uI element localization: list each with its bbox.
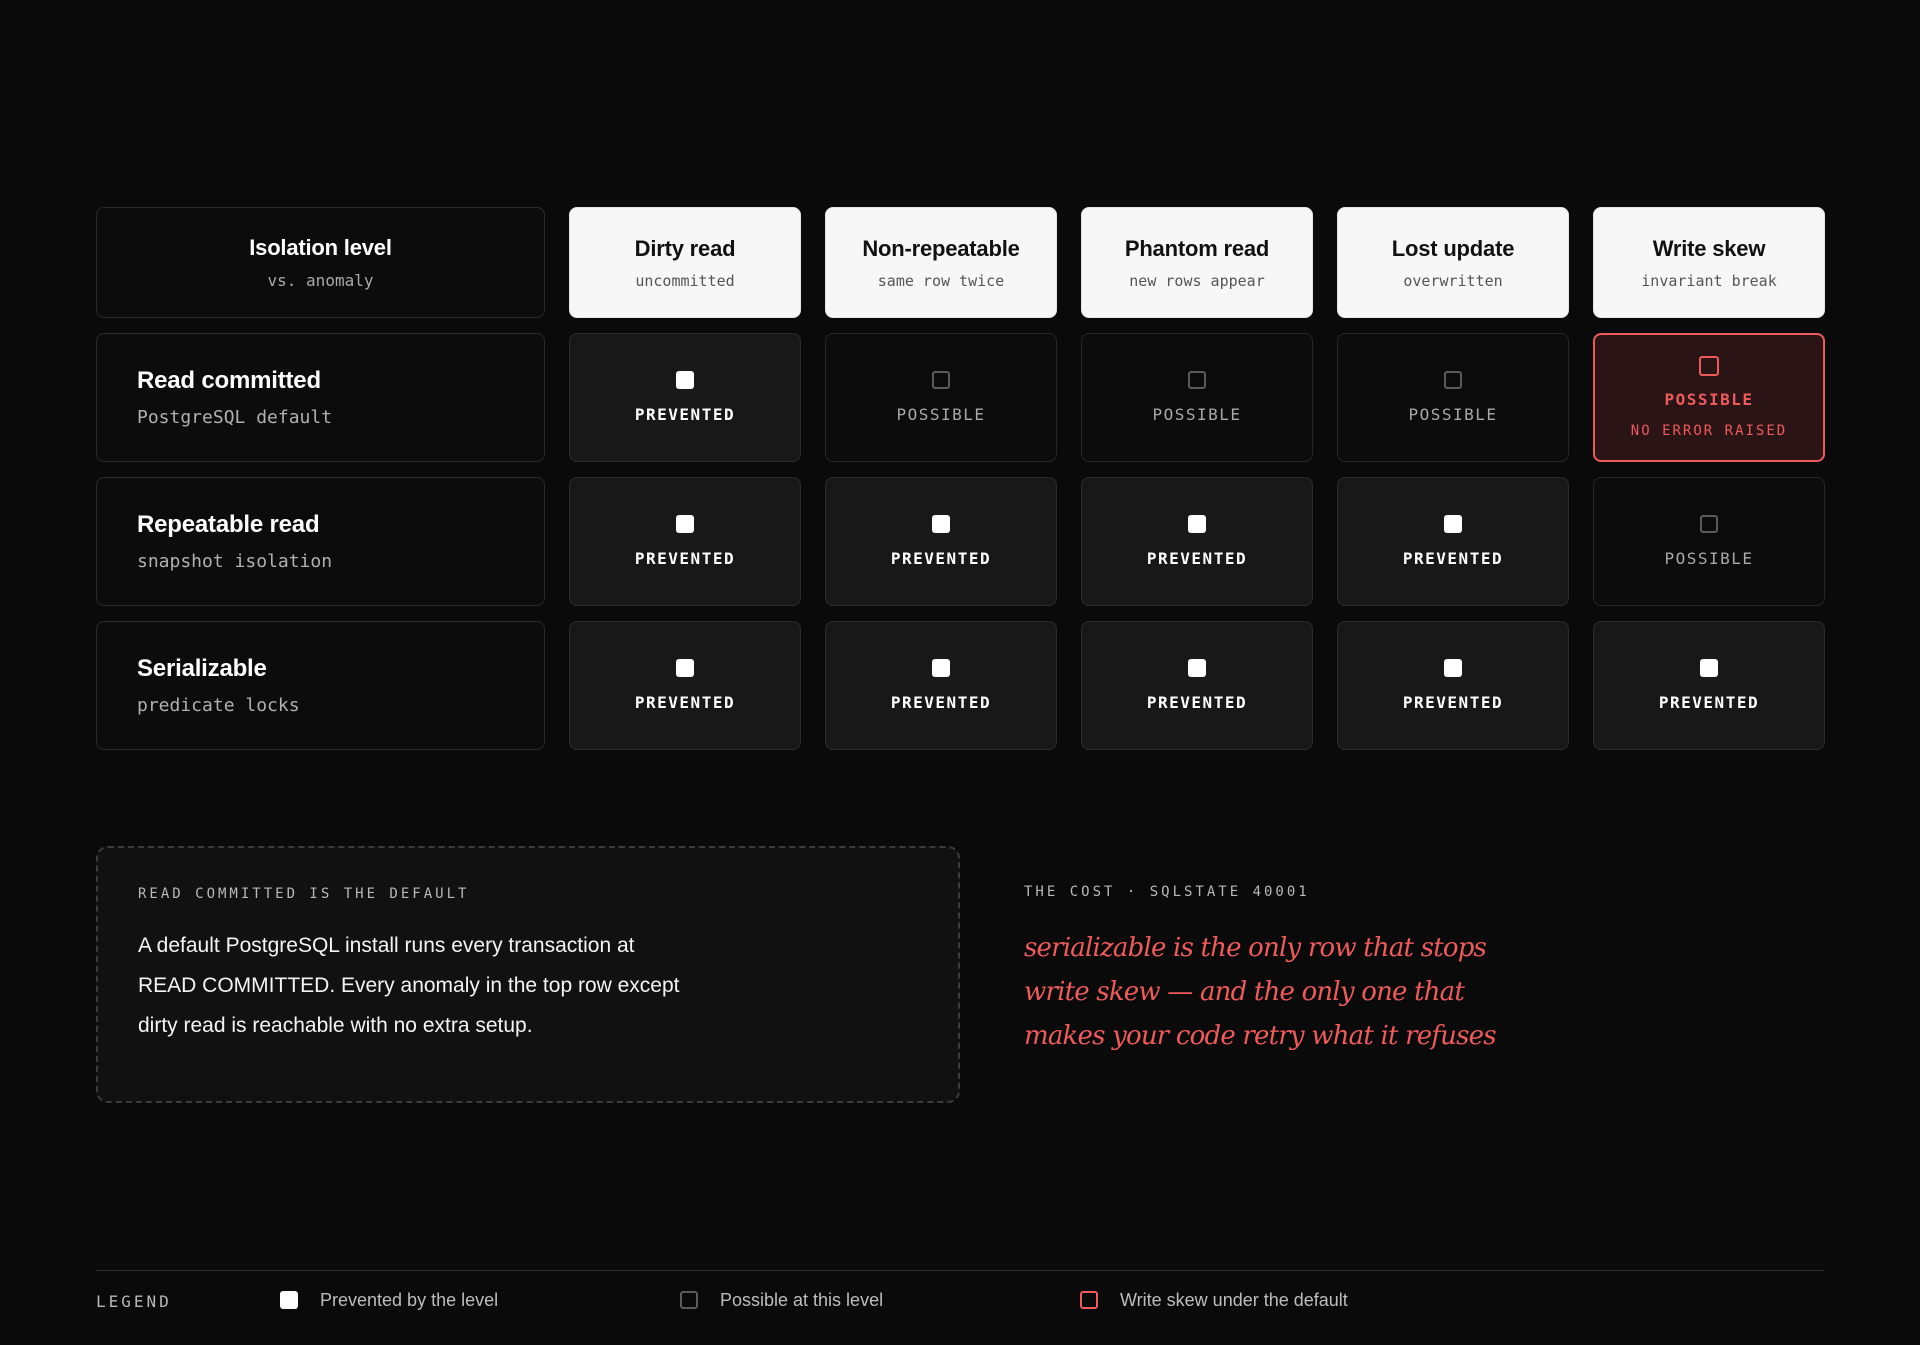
cell-status: PREVENTED	[890, 693, 992, 712]
possible-swatch-icon	[1188, 371, 1206, 389]
possible-swatch-icon	[680, 1291, 698, 1309]
cell-status: POSSIBLE	[1152, 405, 1242, 424]
legend-item-prevented: Prevented by the level	[280, 1286, 498, 1314]
matrix-cell: PREVENTED	[1081, 621, 1313, 750]
cell-status: PREVENTED	[634, 693, 736, 712]
prevented-swatch-icon	[1700, 659, 1718, 677]
matrix-corner-header: Isolation level vs. anomaly	[96, 207, 545, 318]
cell-status: PREVENTED	[1402, 549, 1504, 568]
prevented-swatch-icon	[1188, 515, 1206, 533]
default-note-card: READ COMMITTED IS THE DEFAULT A default …	[96, 846, 960, 1103]
possible-swatch-icon	[1444, 371, 1462, 389]
isolation-matrix: Isolation level vs. anomaly Dirty read u…	[96, 207, 1825, 750]
column-subtitle: uncommitted	[635, 271, 735, 290]
prevented-swatch-icon	[676, 371, 694, 389]
prevented-swatch-icon	[1188, 659, 1206, 677]
danger-swatch-icon	[1080, 1291, 1098, 1309]
cell-status: PREVENTED	[634, 405, 736, 424]
prevented-swatch-icon	[676, 659, 694, 677]
row-title: Read committed	[137, 367, 321, 394]
matrix-cell: PREVENTED	[569, 621, 801, 750]
prevented-swatch-icon	[1444, 659, 1462, 677]
matrix-cell: POSSIBLE	[825, 333, 1057, 462]
matrix-cell: POSSIBLE	[1081, 333, 1313, 462]
matrix-cell: PREVENTED	[1337, 477, 1569, 606]
legend: LEGEND Prevented by the level Possible a…	[96, 1286, 1824, 1316]
cell-status: PREVENTED	[890, 549, 992, 568]
row-title: Repeatable read	[137, 511, 320, 538]
prevented-swatch-icon	[932, 659, 950, 677]
legend-item-text: Possible at this level	[720, 1289, 884, 1310]
column-header-write-skew: Write skew invariant break	[1593, 207, 1825, 318]
column-subtitle: new rows appear	[1129, 271, 1265, 290]
matrix-cell: PREVENTED	[825, 621, 1057, 750]
column-header-dirty-read: Dirty read uncommitted	[569, 207, 801, 318]
legend-item-text: Write skew under the default	[1120, 1289, 1348, 1310]
row-header-repeatable-read: Repeatable read snapshot isolation	[96, 477, 545, 606]
prevented-swatch-icon	[676, 515, 694, 533]
note-body: A default PostgreSQL install runs every …	[138, 934, 680, 1037]
prevented-swatch-icon	[280, 1291, 298, 1309]
prevented-swatch-icon	[1444, 515, 1462, 533]
matrix-cell: PREVENTED	[1337, 621, 1569, 750]
prevented-swatch-icon	[932, 515, 950, 533]
row-subtitle: PostgreSQL default	[137, 407, 333, 428]
cell-status: PREVENTED	[1146, 693, 1248, 712]
matrix-cell: POSSIBLE	[1337, 333, 1569, 462]
matrix-cell: PREVENTED	[569, 333, 801, 462]
row-header-serializable: Serializable predicate locks	[96, 621, 545, 750]
cell-warning: NO ERROR RAISED	[1630, 423, 1788, 439]
legend-label: LEGEND	[96, 1292, 172, 1311]
row-title: Serializable	[137, 655, 267, 682]
cost-quote: serializable is the only row that stops …	[1024, 933, 1497, 1051]
column-header-non-repeatable: Non-repeatable same row twice	[825, 207, 1057, 318]
matrix-cell: PREVENTED	[1593, 621, 1825, 750]
legend-item-possible: Possible at this level	[680, 1286, 883, 1314]
row-header-read-committed: Read committed PostgreSQL default	[96, 333, 545, 462]
column-title: Write skew	[1652, 235, 1766, 261]
matrix-cell: PREVENTED	[825, 477, 1057, 606]
cell-status: POSSIBLE	[1408, 405, 1498, 424]
row-subtitle: predicate locks	[137, 695, 300, 716]
column-title: Non-repeatable	[862, 235, 1020, 261]
column-subtitle: invariant break	[1641, 271, 1777, 290]
danger-swatch-icon	[1699, 356, 1719, 376]
matrix-cell-highlighted: POSSIBLE NO ERROR RAISED	[1593, 333, 1825, 462]
legend-divider	[96, 1270, 1824, 1271]
cell-status: PREVENTED	[1658, 693, 1760, 712]
cell-status: POSSIBLE	[896, 405, 986, 424]
column-title: Dirty read	[634, 235, 736, 261]
column-title: Lost update	[1391, 235, 1515, 261]
matrix-cell: POSSIBLE	[1593, 477, 1825, 606]
matrix-cell: PREVENTED	[569, 477, 801, 606]
legend-item-danger: Write skew under the default	[1080, 1286, 1348, 1314]
cell-status: PREVENTED	[1402, 693, 1504, 712]
cell-status: POSSIBLE	[1664, 549, 1754, 568]
cost-callout: THE COST · SQLSTATE 40001 serializable i…	[1024, 884, 1544, 1058]
possible-swatch-icon	[1700, 515, 1718, 533]
cost-kicker: THE COST · SQLSTATE 40001	[1024, 884, 1310, 900]
cell-status: POSSIBLE	[1664, 390, 1754, 409]
corner-subtitle: vs. anomaly	[267, 271, 374, 290]
note-kicker: READ COMMITTED IS THE DEFAULT	[138, 886, 470, 902]
row-subtitle: snapshot isolation	[137, 551, 333, 572]
legend-item-text: Prevented by the level	[320, 1289, 499, 1310]
column-title: Phantom read	[1124, 235, 1270, 261]
possible-swatch-icon	[932, 371, 950, 389]
column-header-phantom-read: Phantom read new rows appear	[1081, 207, 1313, 318]
corner-title: Isolation level	[249, 235, 392, 260]
matrix-cell: PREVENTED	[1081, 477, 1313, 606]
cell-status: PREVENTED	[1146, 549, 1248, 568]
column-subtitle: overwritten	[1403, 271, 1503, 290]
cell-status: PREVENTED	[634, 549, 736, 568]
column-header-lost-update: Lost update overwritten	[1337, 207, 1569, 318]
column-subtitle: same row twice	[877, 271, 1005, 290]
